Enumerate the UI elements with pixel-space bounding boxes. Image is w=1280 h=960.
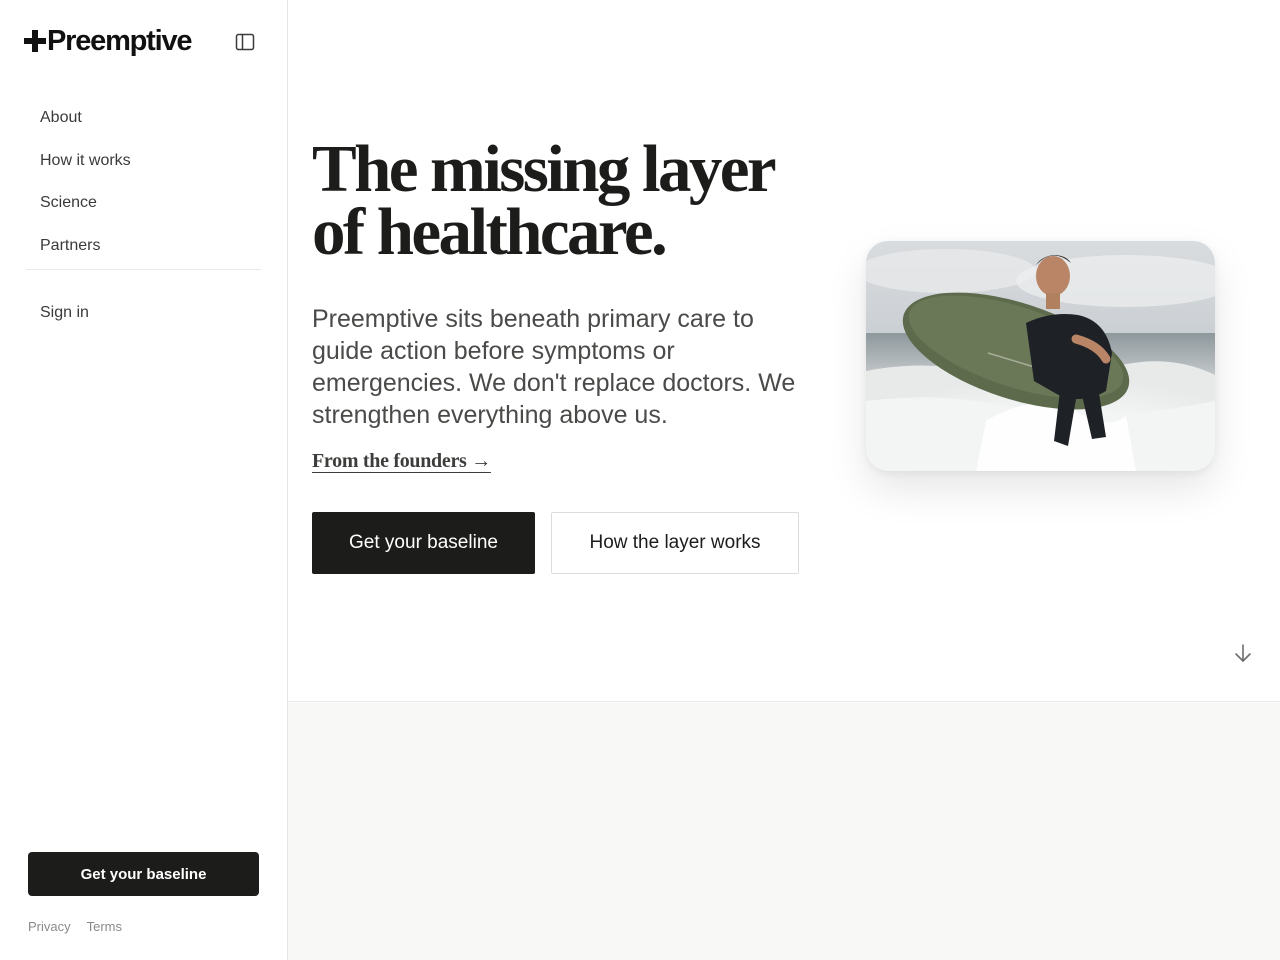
- brand-logo[interactable]: Preemptive: [24, 24, 193, 58]
- plus-icon: [24, 30, 46, 52]
- sidebar-item-partners[interactable]: Partners: [28, 225, 259, 268]
- sidebar-item-science[interactable]: Science: [28, 182, 259, 225]
- signin-section: Sign in: [28, 292, 259, 335]
- terms-link[interactable]: Terms: [87, 919, 122, 934]
- sidebar-get-baseline-button[interactable]: Get your baseline: [28, 852, 259, 896]
- nav-divider: [26, 269, 261, 270]
- get-your-baseline-button[interactable]: Get your baseline: [312, 512, 535, 574]
- headline-line-2: of healthcare.: [312, 195, 668, 269]
- hero-subtext: Preemptive sits beneath primary care to …: [312, 305, 796, 429]
- hero-headline: The missing layer of healthcare.: [312, 136, 832, 266]
- sidebar-item-about[interactable]: About: [28, 97, 259, 140]
- sidebar-item-how-it-works[interactable]: How it works: [28, 140, 259, 183]
- sign-in-link[interactable]: Sign in: [28, 292, 259, 335]
- scroll-down-button[interactable]: [1231, 641, 1255, 665]
- sidebar-panel-icon: [235, 33, 255, 51]
- sidebar: Preemptive About How it works Science Pa…: [0, 0, 288, 960]
- how-the-layer-works-button[interactable]: How the layer works: [551, 512, 799, 574]
- sidebar-toggle-button[interactable]: [232, 29, 258, 55]
- hero-section: The missing layer of healthcare. Preempt…: [288, 0, 1280, 702]
- arrow-down-icon: [1235, 644, 1251, 662]
- sidebar-footer: Privacy Terms: [28, 919, 122, 934]
- sidebar-nav: About How it works Science Partners: [26, 97, 261, 270]
- surfer-photo: [866, 241, 1215, 471]
- hero-image: [866, 241, 1215, 471]
- main-content: The missing layer of healthcare. Preempt…: [288, 0, 1280, 960]
- brand-name: Preemptive: [47, 25, 193, 57]
- next-section: [288, 703, 1280, 960]
- privacy-link[interactable]: Privacy: [28, 919, 71, 934]
- from-the-founders-link[interactable]: From the founders →: [312, 450, 491, 473]
